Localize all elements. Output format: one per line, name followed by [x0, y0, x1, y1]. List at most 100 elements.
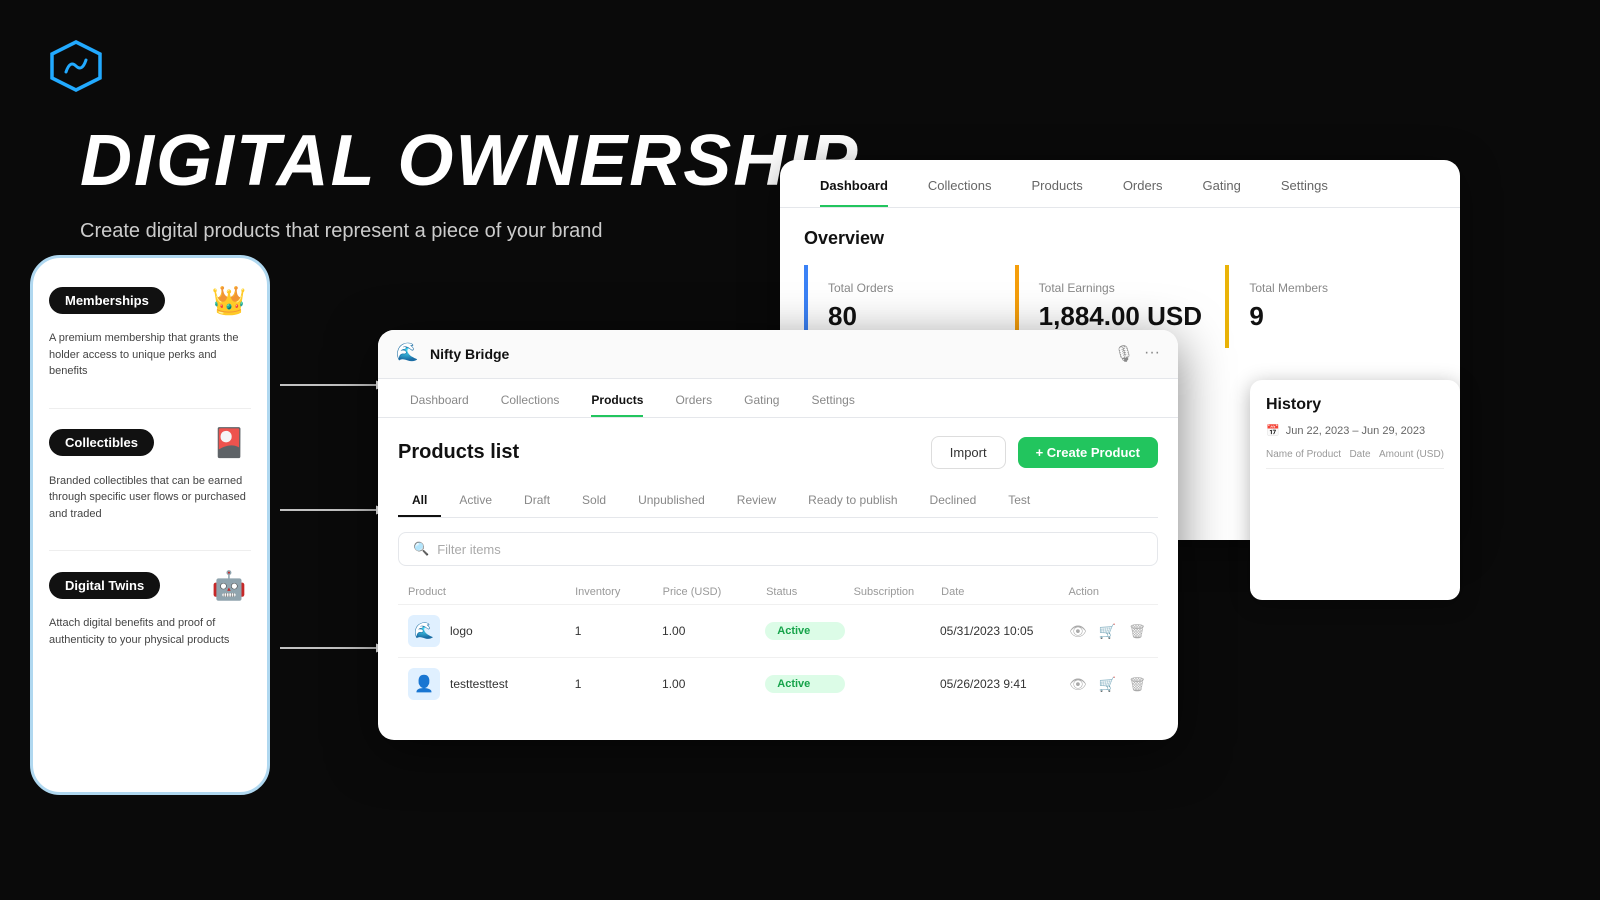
col-date: Date: [941, 586, 1060, 598]
arrow-digital-twins: [275, 628, 395, 688]
products-actions: Import + Create Product: [931, 436, 1158, 469]
history-col-date: Date: [1349, 449, 1370, 460]
search-placeholder: Filter items: [437, 542, 501, 557]
prod-nav-gating[interactable]: Gating: [728, 379, 795, 417]
products-panel-header: 🌊 Nifty Bridge 🎙 ···: [378, 330, 1178, 379]
product-avatar-logo: 🌊: [408, 615, 440, 647]
date-1: 05/31/2023 10:05: [940, 624, 1059, 638]
products-table: Product Inventory Price (USD) Status Sub…: [398, 580, 1158, 710]
col-action: Action: [1068, 586, 1148, 598]
product-name-test: testtesttest: [450, 677, 508, 691]
more-options-icon[interactable]: ···: [1144, 344, 1160, 364]
view-icon[interactable]: 👁: [1067, 621, 1089, 642]
search-bar[interactable]: 🔍 Filter items: [398, 532, 1158, 566]
digital-twins-tag: Digital Twins: [49, 572, 160, 599]
inventory-2: 1: [575, 677, 654, 691]
history-title: History: [1266, 396, 1444, 414]
dash-nav-settings[interactable]: Settings: [1261, 160, 1348, 207]
prod-nav-products[interactable]: Products: [575, 379, 659, 417]
collectibles-icon: 🎴: [207, 421, 251, 465]
niftybridge-logo-icon: 🌊: [396, 342, 420, 366]
dash-nav-collections[interactable]: Collections: [908, 160, 1012, 207]
history-col-amount: Amount (USD): [1379, 449, 1444, 460]
col-price: Price (USD): [663, 586, 758, 598]
phone-item-memberships: Memberships 👑 A premium membership that …: [49, 278, 251, 380]
action-icons-2: 👁 🛒 🗑: [1067, 674, 1148, 695]
table-row: 🌊 logo 1 1.00 Active 05/31/2023 10:05 👁 …: [398, 604, 1158, 657]
phone-item-digital-twins: Digital Twins 🤖 Attach digital benefits …: [49, 563, 251, 648]
tab-draft[interactable]: Draft: [510, 485, 564, 517]
products-panel: 🌊 Nifty Bridge 🎙 ··· Dashboard Collectio…: [378, 330, 1178, 740]
products-list-header: Products list Import + Create Product: [398, 436, 1158, 469]
tab-unpublished[interactable]: Unpublished: [624, 485, 719, 517]
tab-review[interactable]: Review: [723, 485, 790, 517]
hero-title: DIGITAL OWNERSHIP: [80, 120, 859, 202]
prod-nav-collections[interactable]: Collections: [485, 379, 576, 417]
dash-nav-gating[interactable]: Gating: [1183, 160, 1261, 207]
tab-all[interactable]: All: [398, 485, 441, 517]
col-inventory: Inventory: [575, 586, 655, 598]
dash-nav-orders[interactable]: Orders: [1103, 160, 1183, 207]
history-date-range: 📅 Jun 22, 2023 – Jun 29, 2023: [1266, 424, 1444, 437]
import-button[interactable]: Import: [931, 436, 1006, 469]
orders-label: Total Orders: [828, 281, 995, 295]
cart-icon[interactable]: 🛒: [1097, 674, 1118, 695]
col-product: Product: [408, 586, 567, 598]
history-table-header: Name of Product Date Amount (USD): [1266, 449, 1444, 469]
arrow-memberships: [275, 365, 395, 425]
cart-icon[interactable]: 🛒: [1097, 621, 1118, 642]
products-list-title: Products list: [398, 441, 519, 464]
price-2: 1.00: [662, 677, 757, 691]
create-product-button[interactable]: + Create Product: [1018, 437, 1158, 468]
dashboard-nav: Dashboard Collections Products Orders Ga…: [780, 160, 1460, 208]
earnings-value: 1,884.00 USD: [1039, 301, 1206, 332]
arrow-collectibles: [275, 490, 395, 550]
action-icons-1: 👁 🛒 🗑: [1067, 621, 1148, 642]
tab-declined[interactable]: Declined: [916, 485, 991, 517]
orders-value: 80: [828, 301, 995, 332]
digital-twins-desc: Attach digital benefits and proof of aut…: [49, 615, 251, 648]
overview-title: Overview: [804, 228, 1436, 249]
prod-nav-dashboard[interactable]: Dashboard: [394, 379, 485, 417]
digital-twins-icon: 🤖: [207, 563, 251, 607]
tab-active[interactable]: Active: [445, 485, 506, 517]
table-row: 👤 testtesttest 1 1.00 Active 05/26/2023 …: [398, 657, 1158, 710]
tab-sold[interactable]: Sold: [568, 485, 620, 517]
memberships-tag: Memberships: [49, 287, 165, 314]
prod-nav-orders[interactable]: Orders: [659, 379, 728, 417]
dash-nav-dashboard[interactable]: Dashboard: [800, 160, 908, 207]
panel-header-icons: 🎙 ···: [1114, 344, 1160, 364]
status-badge-1: Active: [765, 622, 844, 640]
product-cell-test: 👤 testtesttest: [408, 668, 567, 700]
tab-ready-to-publish[interactable]: Ready to publish: [794, 485, 911, 517]
col-status: Status: [766, 586, 846, 598]
collectibles-tag: Collectibles: [49, 429, 154, 456]
earnings-label: Total Earnings: [1039, 281, 1206, 295]
card-members: Total Members 9: [1225, 265, 1436, 348]
product-avatar-test: 👤: [408, 668, 440, 700]
products-nav: Dashboard Collections Products Orders Ga…: [378, 379, 1178, 418]
product-cell-logo: 🌊 logo: [408, 615, 567, 647]
microphone-icon[interactable]: 🎙: [1114, 344, 1134, 364]
price-1: 1.00: [662, 624, 757, 638]
search-icon: 🔍: [413, 541, 429, 557]
delete-icon[interactable]: 🗑: [1126, 674, 1148, 695]
history-panel: History 📅 Jun 22, 2023 – Jun 29, 2023 Na…: [1250, 380, 1460, 600]
status-badge-2: Active: [765, 675, 844, 693]
products-tabs: All Active Draft Sold Unpublished Review…: [398, 485, 1158, 518]
tab-test[interactable]: Test: [994, 485, 1044, 517]
table-header: Product Inventory Price (USD) Status Sub…: [398, 580, 1158, 604]
prod-nav-settings[interactable]: Settings: [795, 379, 870, 417]
phone-item-collectibles: Collectibles 🎴 Branded collectibles that…: [49, 421, 251, 523]
calendar-icon: 📅: [1266, 424, 1280, 437]
delete-icon[interactable]: 🗑: [1126, 621, 1148, 642]
phone-mockup: Memberships 👑 A premium membership that …: [30, 255, 270, 795]
view-icon[interactable]: 👁: [1067, 674, 1089, 695]
dash-nav-products[interactable]: Products: [1012, 160, 1103, 207]
app-name: Nifty Bridge: [430, 346, 509, 362]
history-col-product: Name of Product: [1266, 449, 1341, 460]
date-2: 05/26/2023 9:41: [940, 677, 1059, 691]
members-value: 9: [1249, 301, 1416, 332]
app-logo: [50, 40, 102, 97]
collectibles-desc: Branded collectibles that can be earned …: [49, 473, 251, 523]
